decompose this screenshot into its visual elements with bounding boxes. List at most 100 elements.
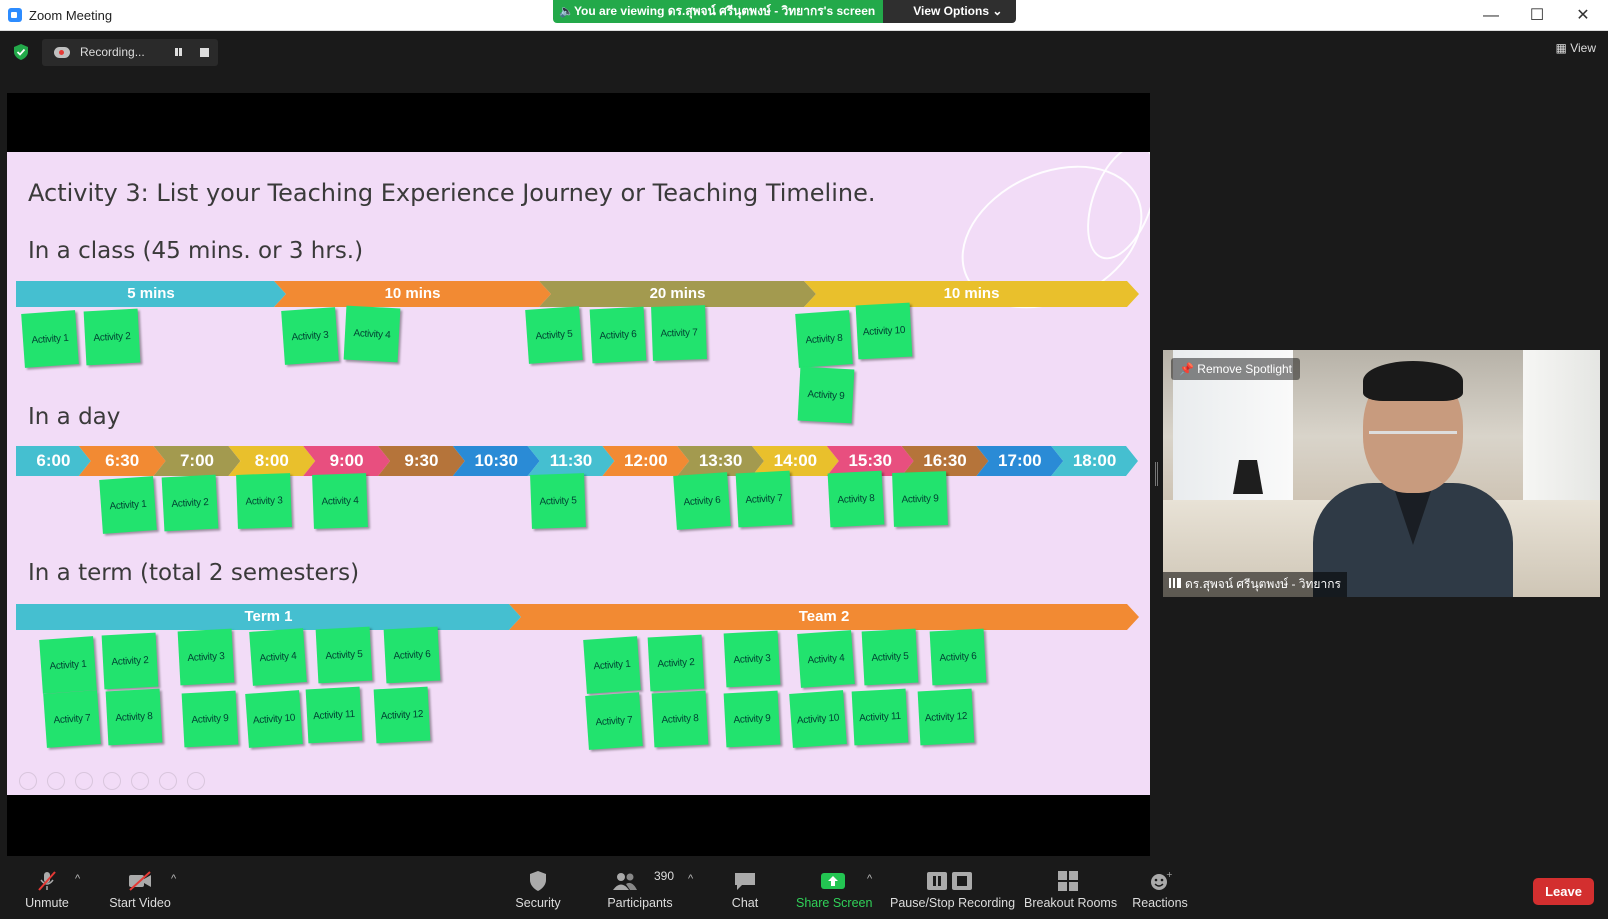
sticky-note: Activity 2 bbox=[647, 634, 705, 692]
share-screen-label: Share Screen bbox=[796, 896, 873, 910]
start-video-button[interactable]: Start Video bbox=[104, 859, 176, 919]
minimize-button[interactable]: — bbox=[1468, 0, 1514, 31]
sticky-note: Activity 1 bbox=[21, 310, 79, 368]
unmute-label: Unmute bbox=[25, 896, 69, 910]
sticky-note: Activity 3 bbox=[236, 473, 292, 529]
pause-stop-recording-label: Pause/Stop Recording bbox=[890, 896, 1016, 910]
next-slide-icon[interactable] bbox=[47, 772, 65, 790]
participants-button[interactable]: 390 Participants bbox=[598, 859, 682, 919]
sticky-note: Activity 8 bbox=[105, 688, 163, 746]
pause-stop-recording-button[interactable]: Pause/Stop Recording bbox=[890, 859, 1016, 919]
unmute-button[interactable]: Unmute bbox=[18, 859, 76, 919]
title-bar: Zoom Meeting 🔈You are viewing ดร.สุพจน์ … bbox=[0, 0, 1608, 31]
sticky-note: Activity 9 bbox=[723, 690, 781, 748]
day-time-6: 10:30 bbox=[453, 446, 540, 476]
audio-options-caret-icon[interactable]: ^ bbox=[75, 873, 80, 885]
maximize-button[interactable]: ☐ bbox=[1514, 0, 1560, 31]
sticky-note: Activity 5 bbox=[861, 628, 919, 686]
sticky-note: Activity 10 bbox=[789, 690, 847, 748]
sticky-note-label: Activity 7 bbox=[595, 714, 633, 728]
day-timeline: 6:00 6:30 7:00 8:00 9:00 9:30 10:30 11:30 12:00 1… bbox=[16, 446, 1139, 476]
chat-icon bbox=[735, 873, 755, 890]
section-heading-term: In a term (total 2 semesters) bbox=[28, 560, 360, 586]
share-screen-button[interactable]: Share Screen bbox=[796, 859, 873, 919]
sticky-note-label: Activity 10 bbox=[862, 324, 906, 338]
stop-recording-button[interactable] bbox=[200, 48, 209, 57]
sticky-note: Activity 4 bbox=[797, 630, 855, 688]
term-segment-1: Team 2 bbox=[509, 604, 1139, 630]
sticky-note: Activity 8 bbox=[651, 690, 709, 748]
sticky-note: Activity 8 bbox=[827, 470, 885, 528]
sticky-note-label: Activity 4 bbox=[807, 652, 845, 666]
sticky-note: Activity 7 bbox=[651, 305, 707, 361]
day-time-4: 9:00 bbox=[303, 446, 390, 476]
remove-spotlight-button[interactable]: 📌 Remove Spotlight bbox=[1171, 358, 1300, 380]
reactions-button[interactable]: + Reactions bbox=[1130, 859, 1190, 919]
sticky-note: Activity 6 bbox=[673, 472, 731, 530]
sticky-note: Activity 5 bbox=[315, 626, 373, 684]
close-button[interactable]: ✕ bbox=[1560, 0, 1606, 31]
viewing-message: 🔈You are viewing ดร.สุพจน์ ศรีนุตพงษ์ - … bbox=[553, 0, 884, 23]
shield-check-icon[interactable] bbox=[14, 44, 28, 60]
sticky-note-label: Activity 6 bbox=[599, 328, 637, 342]
leave-button[interactable]: Leave bbox=[1533, 878, 1594, 905]
muted-mic-icon bbox=[38, 871, 56, 891]
pause-recording-button[interactable] bbox=[172, 47, 184, 58]
prev-slide-icon[interactable] bbox=[19, 772, 37, 790]
view-options-button[interactable]: View Options ⌄ bbox=[883, 0, 1017, 23]
sticky-note: Activity 5 bbox=[525, 306, 583, 364]
class-timeline: 5 mins 10 mins 20 mins 10 mins bbox=[16, 281, 1139, 307]
slides-icon[interactable] bbox=[103, 772, 121, 790]
sticky-note-label: Activity 1 bbox=[49, 658, 87, 672]
video-options-caret-icon[interactable]: ^ bbox=[171, 873, 176, 885]
cloud-recording-icon bbox=[54, 47, 70, 58]
start-video-label: Start Video bbox=[109, 896, 171, 910]
window-title: Zoom Meeting bbox=[29, 8, 113, 23]
sticky-note-label: Activity 3 bbox=[733, 652, 771, 666]
participant-name-label: ดร.สุพจน์ ศรีนุตพงษ์ - วิทยากร bbox=[1163, 572, 1347, 597]
share-options-caret-icon[interactable]: ^ bbox=[867, 873, 872, 885]
sticky-note: Activity 9 bbox=[181, 690, 239, 748]
sticky-note: Activity 6 bbox=[929, 628, 987, 686]
view-layout-button[interactable]: ▦ View bbox=[1556, 41, 1596, 55]
chat-button[interactable]: Chat bbox=[718, 859, 772, 919]
sticky-note-label: Activity 2 bbox=[111, 654, 149, 668]
sticky-note-label: Activity 11 bbox=[858, 710, 902, 724]
reactions-smiley-icon: + bbox=[1151, 871, 1173, 890]
sticky-note: Activity 4 bbox=[343, 305, 401, 363]
sticky-note: Activity 4 bbox=[249, 628, 307, 686]
sticky-note-label: Activity 9 bbox=[191, 712, 229, 726]
spotlight-video[interactable]: 📌 Remove Spotlight ดร.สุพจน์ ศรีนุตพงษ์ … bbox=[1163, 350, 1600, 597]
recording-status: Recording... bbox=[80, 45, 145, 59]
sticky-note-label: Activity 10 bbox=[796, 712, 840, 726]
sticky-note-label: Activity 2 bbox=[657, 656, 695, 670]
security-button[interactable]: Security bbox=[508, 859, 568, 919]
sticky-note-label: Activity 6 bbox=[939, 650, 977, 664]
day-time-14: 18:00 bbox=[1051, 446, 1138, 476]
day-time-3: 8:00 bbox=[228, 446, 315, 476]
pen-icon[interactable] bbox=[75, 772, 93, 790]
sticky-note-label: Activity 1 bbox=[593, 658, 631, 672]
participants-caret-icon[interactable]: ^ bbox=[688, 873, 693, 885]
more-icon[interactable] bbox=[187, 772, 205, 790]
speaker bbox=[1313, 361, 1513, 597]
breakout-rooms-button[interactable]: Breakout Rooms bbox=[1024, 859, 1117, 919]
remove-spotlight-label: Remove Spotlight bbox=[1197, 362, 1292, 376]
section-heading-day: In a day bbox=[28, 404, 121, 430]
section-heading-class: In a class (45 mins. or 3 hrs.) bbox=[28, 238, 364, 264]
sticky-note-label: Activity 2 bbox=[93, 330, 131, 344]
sticky-note-label: Activity 3 bbox=[187, 650, 225, 664]
sticky-note: Activity 7 bbox=[735, 470, 793, 528]
panel-splitter[interactable] bbox=[1155, 462, 1158, 486]
zoom-icon[interactable] bbox=[131, 772, 149, 790]
sticky-note-label: Activity 4 bbox=[321, 494, 359, 508]
participant-name: ดร.สุพจน์ ศรีนุตพงษ์ - วิทยากร bbox=[1185, 577, 1341, 591]
sticky-note: Activity 11 bbox=[305, 686, 363, 744]
subtitles-icon[interactable] bbox=[159, 772, 177, 790]
share-screen-icon bbox=[821, 873, 845, 889]
viewing-banner: 🔈You are viewing ดร.สุพจน์ ศรีนุตพงษ์ - … bbox=[553, 0, 1017, 23]
sticky-note-label: Activity 6 bbox=[683, 494, 721, 508]
sticky-note-label: Activity 7 bbox=[660, 326, 698, 340]
class-segment-1: 10 mins bbox=[274, 281, 551, 307]
sticky-note-label: Activity 5 bbox=[325, 648, 363, 662]
